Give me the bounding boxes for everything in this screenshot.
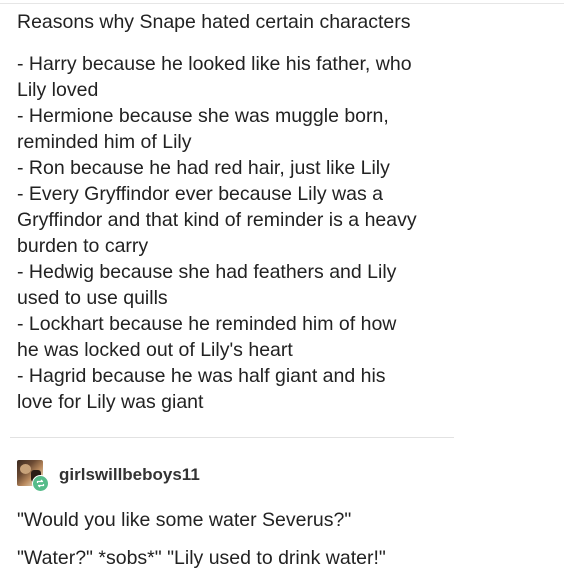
tumblr-post: Reasons why Snape hated certain characte… (0, 0, 564, 584)
body-line: used to use quills (17, 287, 168, 309)
reply-username[interactable]: girlswillbeboys11 (59, 465, 200, 485)
body-line: Lily loved (17, 79, 99, 101)
reply-header: girlswillbeboys11 (17, 457, 200, 493)
body-line: burden to carry (17, 235, 149, 257)
post-body: - Harry because he looked like his fathe… (17, 51, 557, 415)
avatar[interactable] (17, 460, 49, 492)
body-line: - Harry because he looked like his fathe… (17, 53, 412, 75)
body-line: - Every Gryffindor ever because Lily was… (17, 183, 383, 205)
reply-divider (10, 437, 454, 438)
body-line: - Lockhart because he reminded him of ho… (17, 313, 397, 335)
body-line: he was locked out of Lily's heart (17, 339, 293, 361)
body-line: - Hermione because she was muggle born, (17, 105, 389, 127)
body-line: Gryffindor and that kind of reminder is … (17, 209, 417, 231)
body-line: - Hagrid because he was half giant and h… (17, 365, 386, 387)
body-line: - Ron because he had red hair, just like… (17, 157, 390, 179)
reply-quote: "Water?" *sobs*" "Lily used to drink wat… (17, 547, 386, 569)
body-line: reminded him of Lily (17, 131, 192, 153)
top-divider (0, 3, 564, 4)
body-line: love for Lily was giant (17, 391, 204, 413)
reply-quote: "Would you like some water Severus?" (17, 509, 352, 531)
reblog-icon (32, 475, 49, 492)
post-title: Reasons why Snape hated certain characte… (17, 11, 411, 33)
body-line: - Hedwig because she had feathers and Li… (17, 261, 397, 283)
